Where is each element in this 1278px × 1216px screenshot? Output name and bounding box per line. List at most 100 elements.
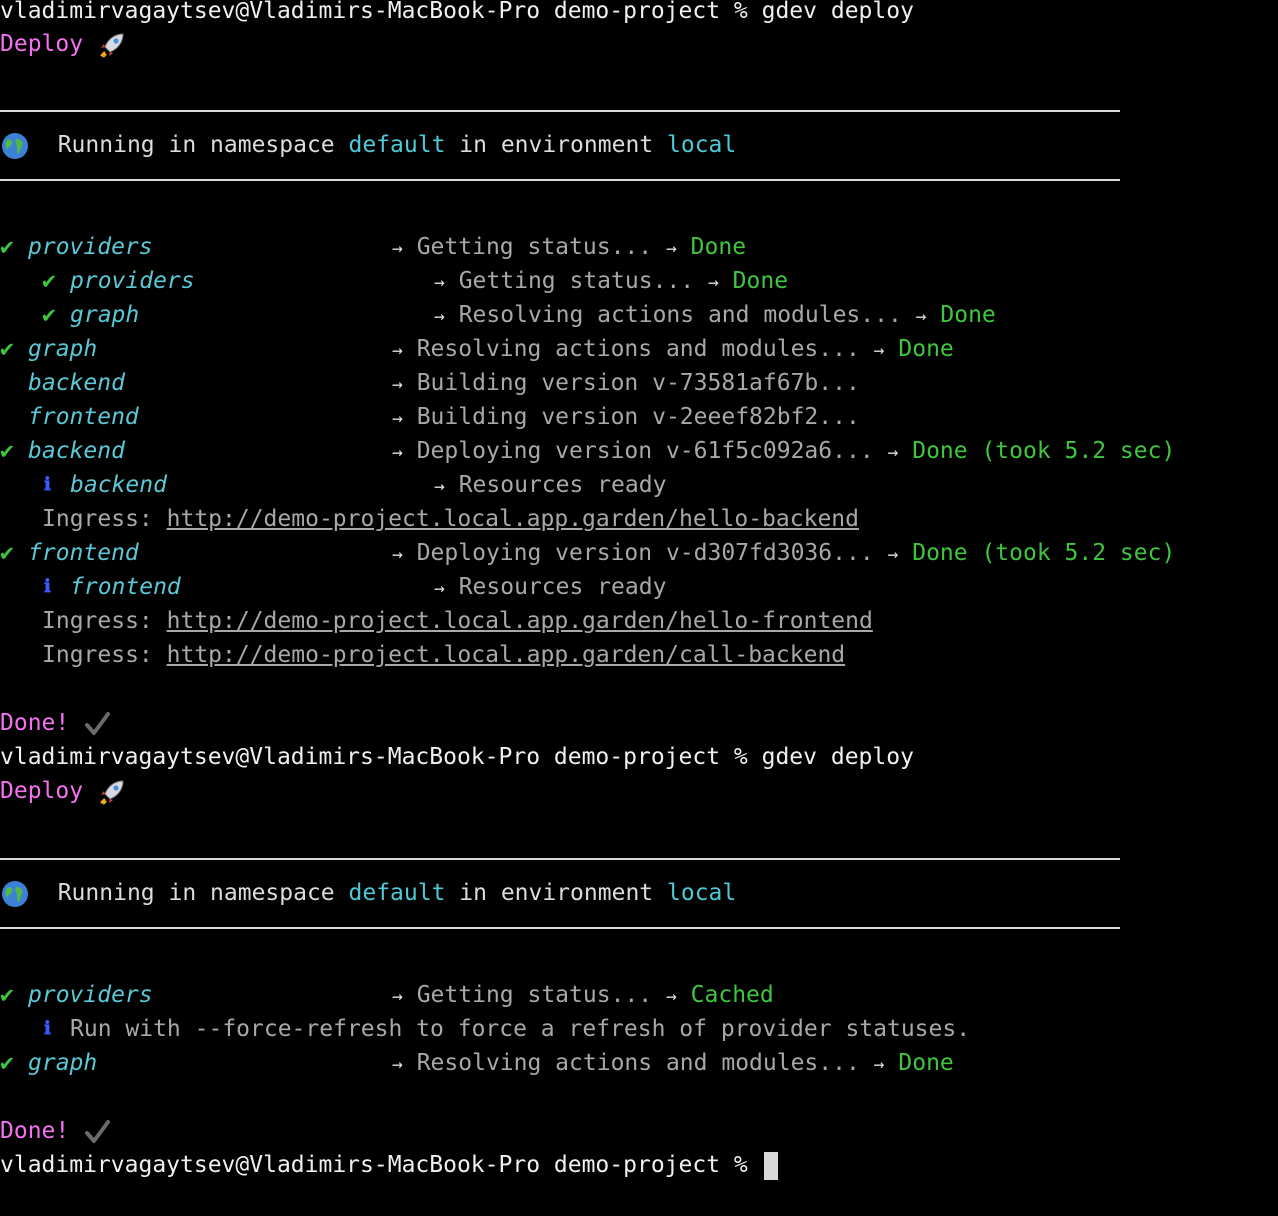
deploy-header: Deploy [0,27,127,61]
shell-command: gdev deploy [761,0,914,24]
log-entity: providers [28,234,153,260]
deploy-label: Deploy [0,31,84,57]
log-message: Getting status... [416,234,666,260]
arrow-icon: → [392,340,403,361]
log-message: Building version v-2eeef82bf2... [416,404,860,430]
arrow-icon: → [665,238,677,259]
log-message: Run with --force-refresh to force a refr… [70,1016,971,1042]
arrow-icon: → [887,442,899,463]
log-entity: providers [70,268,195,294]
arrow-icon: → [392,408,403,429]
globe-icon [2,132,28,159]
log-status: Done (took 5.2 sec) [912,438,1176,464]
arrow-icon: → [707,272,719,293]
success-check-icon: ✔ [42,268,56,294]
environment-value: local [667,880,737,906]
divider [0,179,1120,181]
divider [0,110,1120,112]
arrow-icon: → [434,476,445,497]
log-row: ✔ providers → Getting status... → Done [0,264,1278,298]
log-entity: graph [70,302,140,328]
done-label: Done! [0,1118,70,1144]
deploy-header: Deploy [0,774,127,808]
namespace-prefix: Running in namespace [57,132,349,158]
log-row: ✔ backend → Deploying version v-61f5c092… [0,434,1278,468]
arrow-icon: → [392,238,403,259]
info-icon: ℹ [44,576,51,597]
log-entity: frontend [28,540,139,566]
success-check-icon: ✔ [0,540,14,566]
log-message: Building version v-73581af67b... [416,370,860,396]
prompt-line: vladimirvagaytsev@Vladimirs-MacBook-Pro … [0,0,914,28]
log-row: ✔ graph → Resolving actions and modules.… [0,1046,1278,1080]
namespace-value: default [348,880,446,906]
log-message: Getting status... [416,982,666,1008]
info-icon: ℹ [44,1018,51,1039]
log-row: ✔ providers → Getting status... → Done [0,230,1278,264]
log-status: Done [690,234,747,260]
ingress-label: Ingress: [42,506,167,532]
shell-prompt: vladimirvagaytsev@Vladimirs-MacBook-Pro … [0,0,762,24]
log-entity: backend [28,438,125,464]
log-message: Deploying version v-d307fd3036... [416,540,888,566]
log-status: Done [898,1050,954,1076]
arrow-icon: → [873,340,885,361]
log-status: Done (took 5.2 sec) [912,540,1176,566]
shell-command: gdev deploy [761,744,914,770]
success-check-icon: ✔ [42,302,56,328]
ingress-link[interactable]: http://demo-project.local.app.garden/cal… [167,642,846,668]
done-line: Done! [0,706,111,740]
arrow-icon: → [887,544,899,565]
text-cursor[interactable] [763,1151,778,1180]
prompt-line[interactable]: vladimirvagaytsev@Vladimirs-MacBook-Pro … [0,1148,778,1182]
success-check-icon: ✔ [0,336,14,362]
success-check-icon: ✔ [0,234,14,260]
arrow-icon: → [915,306,927,327]
ingress-label: Ingress: [42,608,167,634]
log-message: Deploying version v-61f5c092a6... [416,438,888,464]
success-check-icon: ✔ [0,982,14,1008]
shell-prompt: vladimirvagaytsev@Vladimirs-MacBook-Pro … [0,1152,762,1178]
done-label: Done! [0,710,70,736]
done-line: Done! [0,1114,111,1148]
success-check-icon: ✔ [0,438,14,464]
environment-prefix: in environment [445,132,667,158]
log-row: ✔ graph → Resolving actions and modules.… [0,332,1278,366]
log-entity: backend [70,472,167,498]
shell-prompt: vladimirvagaytsev@Vladimirs-MacBook-Pro … [0,744,762,770]
namespace-value: default [348,132,446,158]
log-row: ℹ frontend → Resources ready [0,570,1278,604]
namespace-line: Running in namespace default in environm… [0,876,736,910]
check-mark-icon [85,711,111,735]
log-message: Resolving actions and modules... [416,336,874,362]
environment-value: local [667,132,737,158]
log-status: Done [732,268,789,294]
ingress-link[interactable]: http://demo-project.local.app.garden/hel… [167,506,859,532]
log-message: Resolving actions and modules... [416,1050,874,1076]
log-entity: backend [28,370,125,396]
ingress-link[interactable]: http://demo-project.local.app.garden/hel… [167,608,873,634]
log-row: ℹ backend → Resources ready [0,468,1278,502]
log-message: Resources ready [458,574,667,600]
arrow-icon: → [392,1054,403,1075]
arrow-icon: → [392,544,403,565]
deploy-label: Deploy [0,778,84,804]
arrow-icon: → [434,272,445,293]
log-row: frontend → Building version v-2eeef82bf2… [0,400,1278,434]
environment-prefix: in environment [445,880,667,906]
log-message: Resolving actions and modules... [458,302,916,328]
divider [0,858,1120,860]
arrow-icon: → [873,1054,885,1075]
success-check-icon: ✔ [0,1050,14,1076]
arrow-icon: → [665,986,677,1007]
log-message: Getting status... [458,268,708,294]
log-status: Done [898,336,954,362]
globe-icon [2,880,28,907]
rocket-icon [100,32,124,58]
log-row: ✔ graph → Resolving actions and modules.… [0,298,1278,332]
terminal-window[interactable]: vladimirvagaytsev@Vladimirs-MacBook-Pro … [0,0,1278,1188]
ingress-row: Ingress: http://demo-project.local.app.g… [0,502,1278,536]
rocket-icon [100,779,124,805]
log-row: ✔ frontend → Deploying version v-d307fd3… [0,536,1278,570]
log-entity: graph [28,336,98,362]
